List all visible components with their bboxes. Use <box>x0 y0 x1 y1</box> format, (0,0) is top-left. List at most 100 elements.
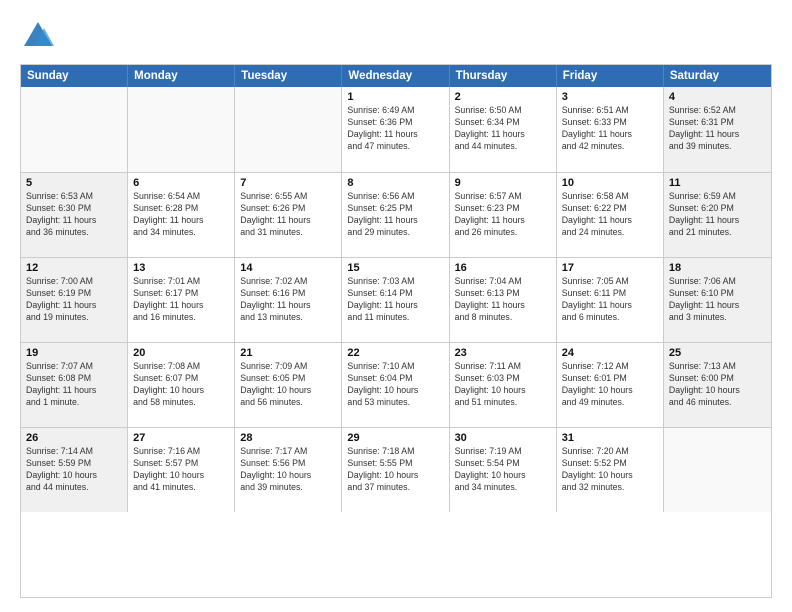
calendar-cell <box>128 87 235 172</box>
cell-text: Sunrise: 6:54 AM Sunset: 6:28 PM Dayligh… <box>133 191 229 239</box>
day-number: 16 <box>455 262 551 274</box>
calendar-cell: 6Sunrise: 6:54 AM Sunset: 6:28 PM Daylig… <box>128 173 235 257</box>
cell-text: Sunrise: 7:10 AM Sunset: 6:04 PM Dayligh… <box>347 361 443 409</box>
day-number: 25 <box>669 347 766 359</box>
calendar-row: 26 Sunrise: 7:14 AM Sunset: 5:59 PM Dayli… <box>21 427 771 512</box>
cell-text: Sunrise: 7:07 AM Sunset: 6:08 PM Dayligh… <box>26 361 122 409</box>
cell-text: Sunrise: 7:17 AM Sunset: 5:56 PM Dayligh… <box>240 446 336 494</box>
calendar-row: 12 Sunrise: 7:00 AM Sunset: 6:19 PM Dayli… <box>21 257 771 342</box>
calendar-cell: 14Sunrise: 7:02 AM Sunset: 6:16 PM Dayli… <box>235 258 342 342</box>
cell-text: Sunrise: 7:06 AM Sunset: 6:10 PM Dayligh… <box>669 276 766 324</box>
logo-icon <box>20 18 56 54</box>
calendar-cell: 3 Sunrise: 6:51 AM Sunset: 6:33 PM Daylig… <box>557 87 664 172</box>
day-number: 4 <box>669 91 766 103</box>
calendar-cell: 10 Sunrise: 6:58 AM Sunset: 6:22 PM Dayli… <box>557 173 664 257</box>
day-number: 29 <box>347 432 443 444</box>
calendar-body: 1Sunrise: 6:49 AM Sunset: 6:36 PM Daylig… <box>21 87 771 597</box>
calendar-cell: 29 Sunrise: 7:18 AM Sunset: 5:55 PM Dayli… <box>342 428 449 512</box>
cell-text: Sunrise: 7:13 AM Sunset: 6:00 PM Dayligh… <box>669 361 766 409</box>
header-day: Friday <box>557 65 664 87</box>
day-number: 21 <box>240 347 336 359</box>
cell-text: Sunrise: 6:49 AM Sunset: 6:36 PM Dayligh… <box>347 105 443 153</box>
day-number: 22 <box>347 347 443 359</box>
calendar-cell: 9Sunrise: 6:57 AM Sunset: 6:23 PM Daylig… <box>450 173 557 257</box>
header-day: Sunday <box>21 65 128 87</box>
day-number: 24 <box>562 347 658 359</box>
calendar-cell: 19Sunrise: 7:07 AM Sunset: 6:08 PM Dayli… <box>21 343 128 427</box>
day-number: 10 <box>562 177 658 189</box>
cell-text: Sunrise: 7:20 AM Sunset: 5:52 PM Dayligh… <box>562 446 658 494</box>
day-number: 18 <box>669 262 766 274</box>
cell-text: Sunrise: 6:51 AM Sunset: 6:33 PM Dayligh… <box>562 105 658 153</box>
header <box>20 18 772 54</box>
calendar-cell: 8 Sunrise: 6:56 AM Sunset: 6:25 PM Daylig… <box>342 173 449 257</box>
cell-text: Sunrise: 7:02 AM Sunset: 6:16 PM Dayligh… <box>240 276 336 324</box>
calendar-cell: 13 Sunrise: 7:01 AM Sunset: 6:17 PM Dayli… <box>128 258 235 342</box>
cell-text: Sunrise: 6:56 AM Sunset: 6:25 PM Dayligh… <box>347 191 443 239</box>
calendar-cell: 28 Sunrise: 7:17 AM Sunset: 5:56 PM Dayli… <box>235 428 342 512</box>
header-day: Saturday <box>664 65 771 87</box>
calendar-cell: 16Sunrise: 7:04 AM Sunset: 6:13 PM Dayli… <box>450 258 557 342</box>
calendar-cell: 30 Sunrise: 7:19 AM Sunset: 5:54 PM Dayli… <box>450 428 557 512</box>
day-number: 20 <box>133 347 229 359</box>
day-number: 13 <box>133 262 229 274</box>
calendar-cell: 26 Sunrise: 7:14 AM Sunset: 5:59 PM Dayli… <box>21 428 128 512</box>
day-number: 28 <box>240 432 336 444</box>
day-number: 12 <box>26 262 122 274</box>
calendar-cell: 17 Sunrise: 7:05 AM Sunset: 6:11 PM Dayli… <box>557 258 664 342</box>
cell-text: Sunrise: 7:00 AM Sunset: 6:19 PM Dayligh… <box>26 276 122 324</box>
calendar-cell: 18 Sunrise: 7:06 AM Sunset: 6:10 PM Dayli… <box>664 258 771 342</box>
calendar-cell: 25 Sunrise: 7:13 AM Sunset: 6:00 PM Dayli… <box>664 343 771 427</box>
cell-text: Sunrise: 7:18 AM Sunset: 5:55 PM Dayligh… <box>347 446 443 494</box>
day-number: 9 <box>455 177 551 189</box>
header-day: Thursday <box>450 65 557 87</box>
calendar-cell: 20Sunrise: 7:08 AM Sunset: 6:07 PM Dayli… <box>128 343 235 427</box>
calendar-row: 19Sunrise: 7:07 AM Sunset: 6:08 PM Dayli… <box>21 342 771 427</box>
cell-text: Sunrise: 6:50 AM Sunset: 6:34 PM Dayligh… <box>455 105 551 153</box>
day-number: 23 <box>455 347 551 359</box>
calendar-cell: 7Sunrise: 6:55 AM Sunset: 6:26 PM Daylig… <box>235 173 342 257</box>
cell-text: Sunrise: 6:55 AM Sunset: 6:26 PM Dayligh… <box>240 191 336 239</box>
calendar-row: 5 Sunrise: 6:53 AM Sunset: 6:30 PM Daylig… <box>21 172 771 257</box>
calendar-cell: 21 Sunrise: 7:09 AM Sunset: 6:05 PM Dayli… <box>235 343 342 427</box>
calendar-cell <box>664 428 771 512</box>
header-day: Tuesday <box>235 65 342 87</box>
calendar-row: 1Sunrise: 6:49 AM Sunset: 6:36 PM Daylig… <box>21 87 771 172</box>
calendar-cell: 15Sunrise: 7:03 AM Sunset: 6:14 PM Dayli… <box>342 258 449 342</box>
cell-text: Sunrise: 7:09 AM Sunset: 6:05 PM Dayligh… <box>240 361 336 409</box>
calendar-cell: 12 Sunrise: 7:00 AM Sunset: 6:19 PM Dayli… <box>21 258 128 342</box>
cell-text: Sunrise: 7:19 AM Sunset: 5:54 PM Dayligh… <box>455 446 551 494</box>
page: SundayMondayTuesdayWednesdayThursdayFrid… <box>0 0 792 612</box>
calendar-cell <box>235 87 342 172</box>
calendar-cell: 24 Sunrise: 7:12 AM Sunset: 6:01 PM Dayli… <box>557 343 664 427</box>
calendar-cell: 5 Sunrise: 6:53 AM Sunset: 6:30 PM Daylig… <box>21 173 128 257</box>
calendar-cell: 1Sunrise: 6:49 AM Sunset: 6:36 PM Daylig… <box>342 87 449 172</box>
cell-text: Sunrise: 7:01 AM Sunset: 6:17 PM Dayligh… <box>133 276 229 324</box>
calendar-cell: 2 Sunrise: 6:50 AM Sunset: 6:34 PM Daylig… <box>450 87 557 172</box>
calendar-cell: 23 Sunrise: 7:11 AM Sunset: 6:03 PM Dayli… <box>450 343 557 427</box>
day-number: 5 <box>26 177 122 189</box>
calendar-cell: 27 Sunrise: 7:16 AM Sunset: 5:57 PM Dayli… <box>128 428 235 512</box>
header-day: Monday <box>128 65 235 87</box>
day-number: 17 <box>562 262 658 274</box>
day-number: 31 <box>562 432 658 444</box>
calendar-cell: 31 Sunrise: 7:20 AM Sunset: 5:52 PM Dayli… <box>557 428 664 512</box>
cell-text: Sunrise: 6:58 AM Sunset: 6:22 PM Dayligh… <box>562 191 658 239</box>
day-number: 2 <box>455 91 551 103</box>
cell-text: Sunrise: 7:16 AM Sunset: 5:57 PM Dayligh… <box>133 446 229 494</box>
day-number: 3 <box>562 91 658 103</box>
day-number: 30 <box>455 432 551 444</box>
cell-text: Sunrise: 6:59 AM Sunset: 6:20 PM Dayligh… <box>669 191 766 239</box>
cell-text: Sunrise: 7:11 AM Sunset: 6:03 PM Dayligh… <box>455 361 551 409</box>
day-number: 26 <box>26 432 122 444</box>
day-number: 8 <box>347 177 443 189</box>
cell-text: Sunrise: 7:14 AM Sunset: 5:59 PM Dayligh… <box>26 446 122 494</box>
cell-text: Sunrise: 7:05 AM Sunset: 6:11 PM Dayligh… <box>562 276 658 324</box>
logo <box>20 18 60 54</box>
day-number: 15 <box>347 262 443 274</box>
day-number: 27 <box>133 432 229 444</box>
cell-text: Sunrise: 6:53 AM Sunset: 6:30 PM Dayligh… <box>26 191 122 239</box>
calendar-cell: 4Sunrise: 6:52 AM Sunset: 6:31 PM Daylig… <box>664 87 771 172</box>
calendar-header: SundayMondayTuesdayWednesdayThursdayFrid… <box>21 65 771 87</box>
cell-text: Sunrise: 7:12 AM Sunset: 6:01 PM Dayligh… <box>562 361 658 409</box>
